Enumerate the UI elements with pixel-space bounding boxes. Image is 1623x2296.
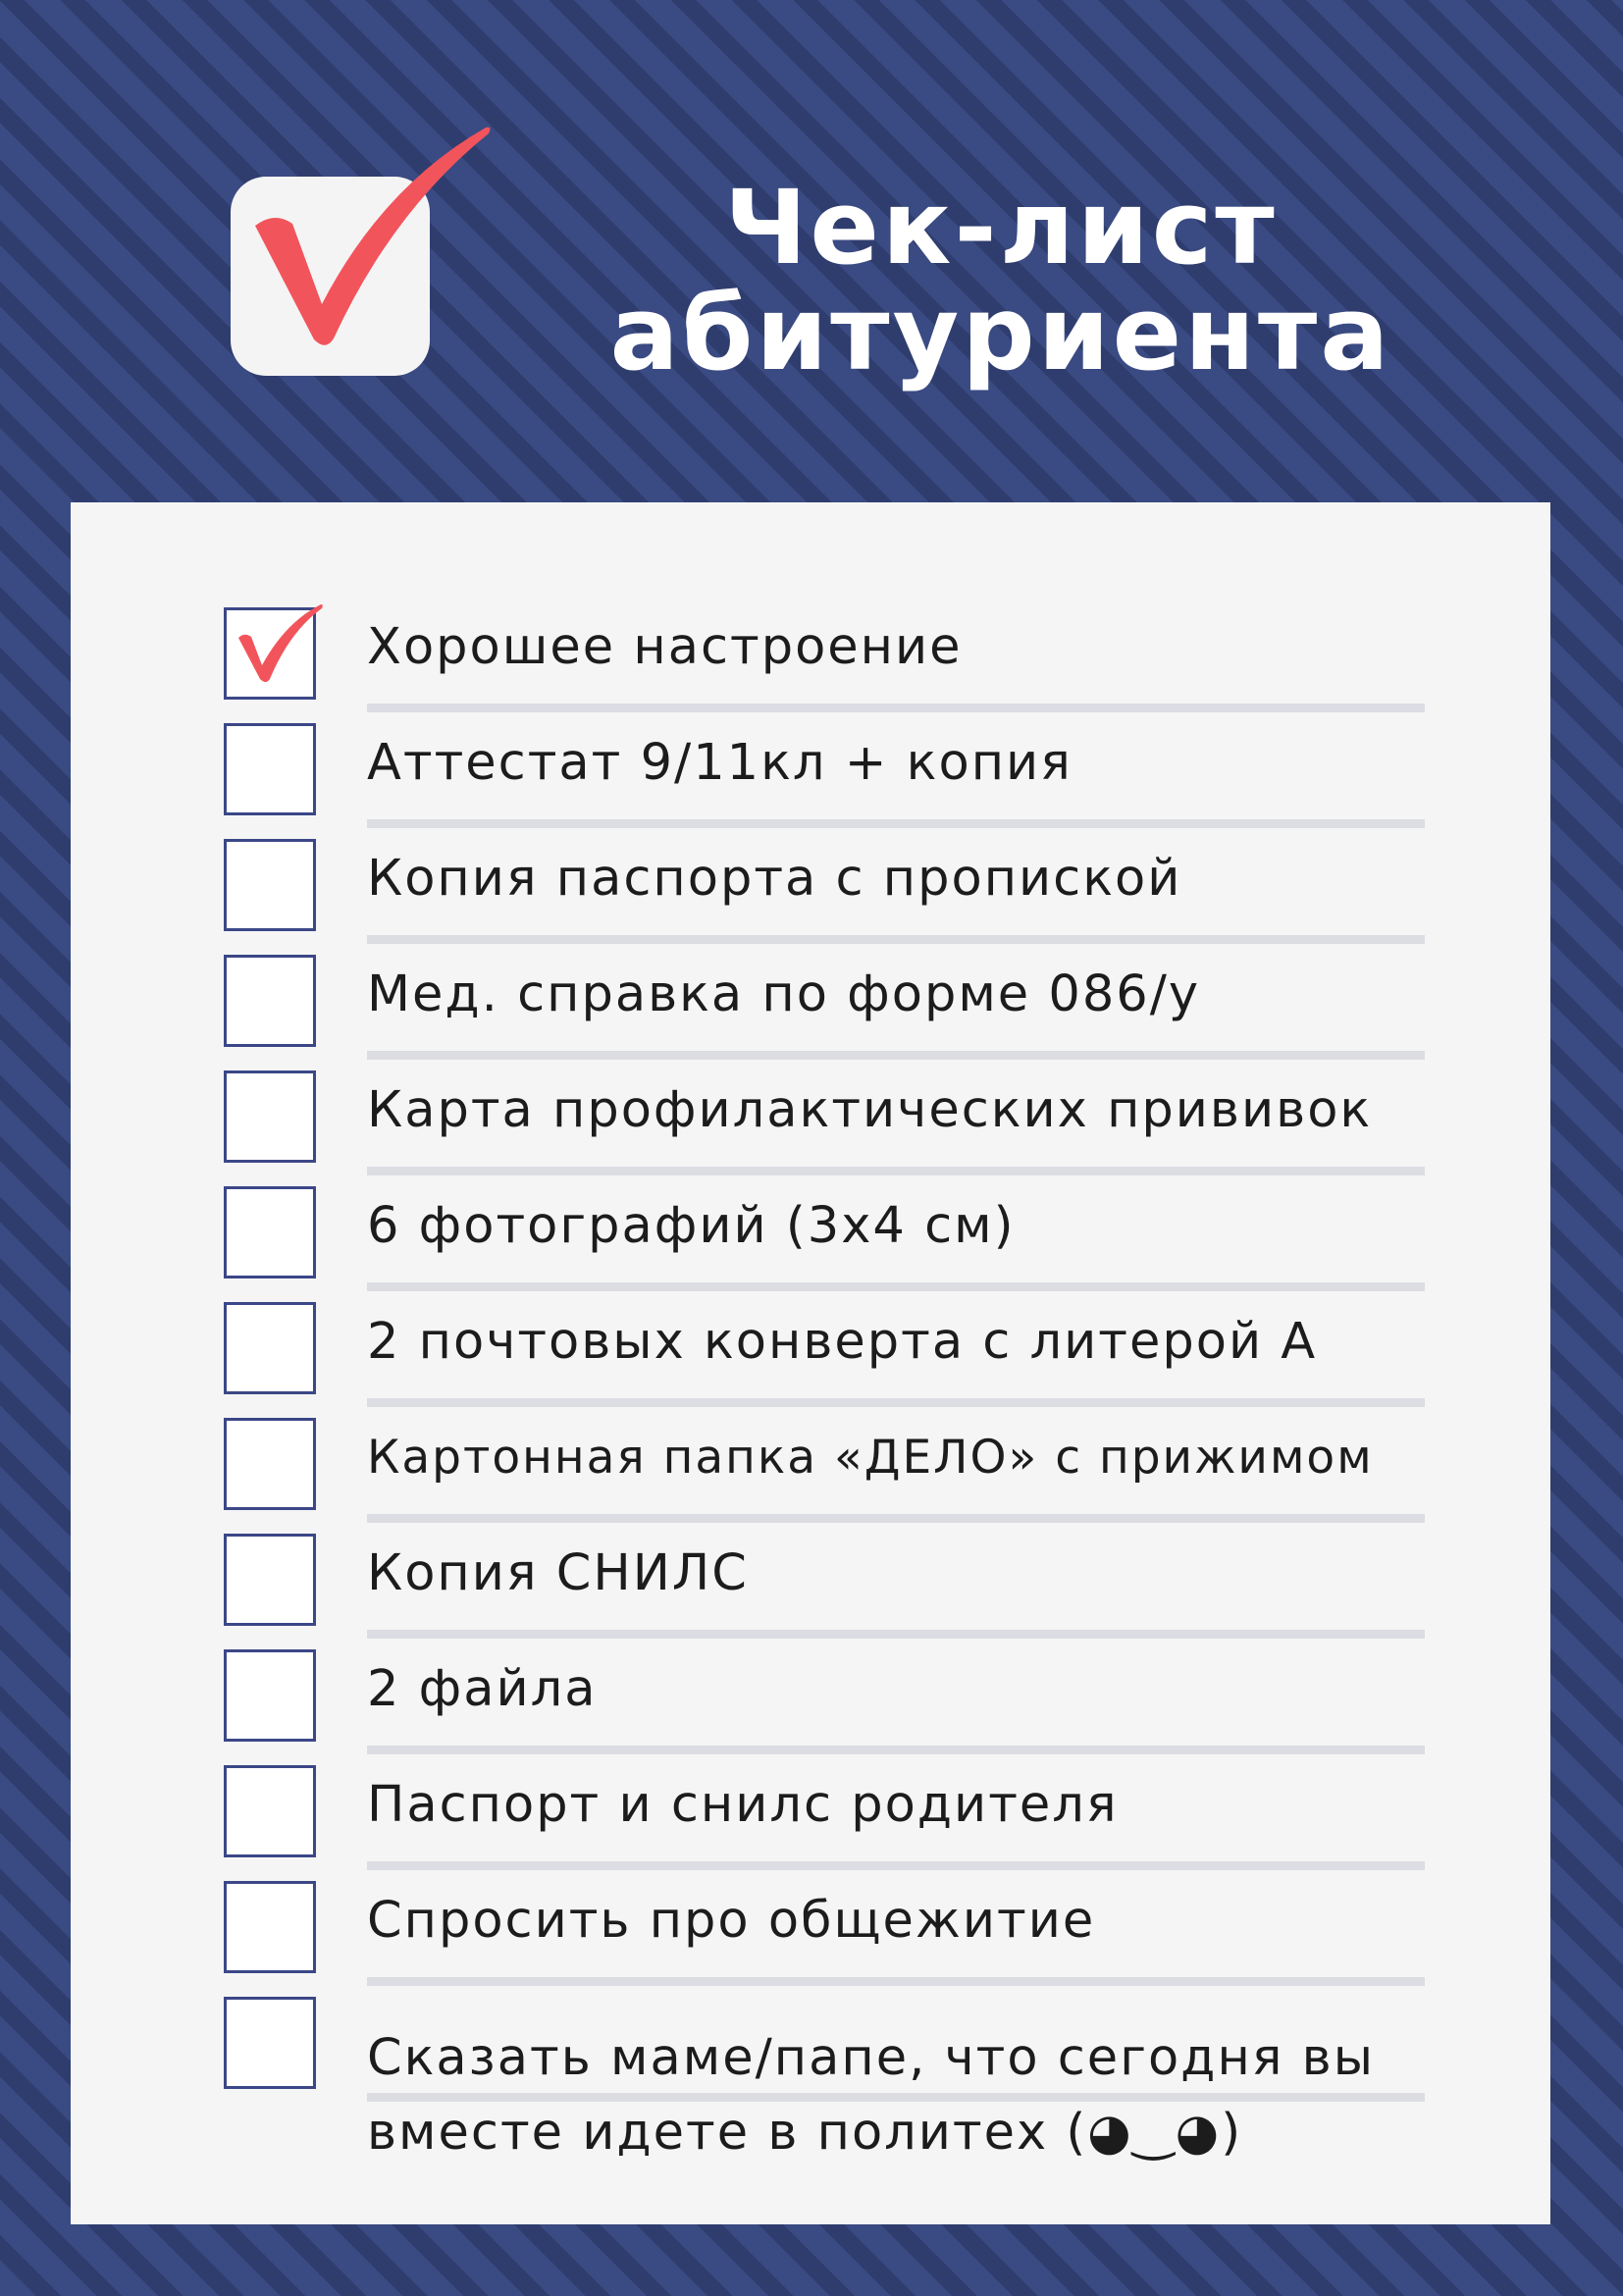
checklist-item[interactable]: Спросить про общежитие: [71, 1776, 1550, 1986]
title-line-1: Чек-лист: [724, 168, 1278, 287]
checklist-item[interactable]: 2 файла: [71, 1544, 1550, 1754]
divider: [367, 2093, 1425, 2102]
checklist-item[interactable]: 2 почтовых конверта с литерой А: [71, 1197, 1550, 1407]
checklist-item[interactable]: 6 фотографий (3х4 см): [71, 1081, 1550, 1291]
checklist-item[interactable]: Паспорт и снилс родителя: [71, 1660, 1550, 1870]
checklist-item[interactable]: Картонная папка «ДЕЛО» с прижимом: [71, 1313, 1550, 1523]
checklist-item[interactable]: Сказать маме/папе, что сегодня вы вместе…: [71, 1892, 1550, 2162]
page-title: Чек-лист абитуриента: [550, 175, 1452, 387]
checklist-card: Хорошее настроение Аттестат 9/11кл + коп…: [71, 502, 1550, 2224]
checklist-item[interactable]: Копия СНИЛС: [71, 1429, 1550, 1639]
checkbox[interactable]: [224, 1997, 316, 2089]
checklist-item[interactable]: Хорошее настроение: [71, 502, 1550, 712]
checkmark-icon: [255, 127, 491, 345]
checklist-item[interactable]: Аттестат 9/11кл + копия: [71, 618, 1550, 828]
checklist-item[interactable]: Карта профилактических прививок: [71, 965, 1550, 1175]
checklist-item[interactable]: Мед. справка по форме 086/у: [71, 850, 1550, 1060]
checklist-item[interactable]: Копия паспорта с пропиской: [71, 734, 1550, 944]
title-line-2: абитуриента: [609, 274, 1392, 393]
